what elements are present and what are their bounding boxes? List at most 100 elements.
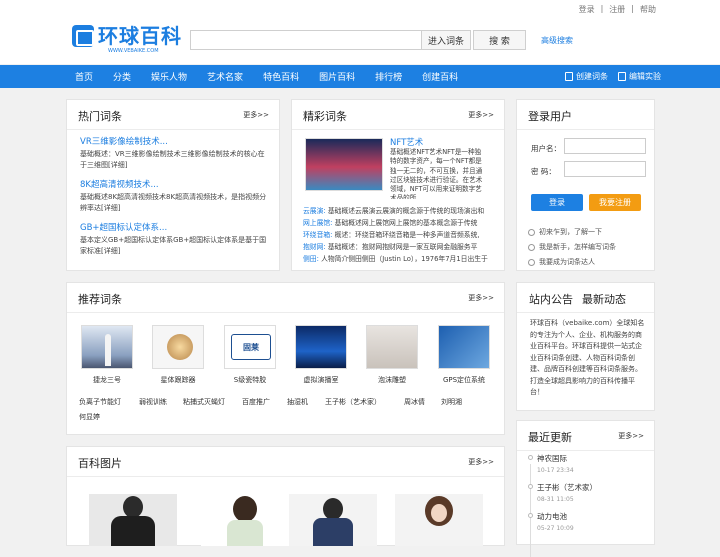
more-link[interactable]: 更多>>	[468, 457, 494, 467]
rocket-image[interactable]	[81, 325, 133, 369]
edit-lab-link[interactable]: 编辑实验	[618, 71, 661, 82]
keyword-link[interactable]: 周冰倩	[404, 397, 425, 407]
gps-system-image[interactable]	[438, 325, 490, 369]
nav-item-pictures[interactable]: 图片百科	[319, 70, 355, 83]
keyword-link[interactable]: 王子彬（艺术家）	[325, 397, 381, 407]
nav-item-create[interactable]: 创建百科	[422, 70, 458, 83]
site-logo[interactable]: 环球百科 WWW.VEBAIKE.COM	[72, 25, 182, 54]
username-field[interactable]	[564, 138, 646, 154]
more-link[interactable]: 更多>>	[468, 293, 494, 303]
notice-text: 环球百科（vebaike.com）全球知名的专注为个人、企业、机构服务的商业百科…	[530, 319, 645, 396]
body-shape	[111, 516, 155, 546]
nav-item-ranking[interactable]: 排行榜	[375, 70, 402, 83]
person-photo[interactable]	[89, 494, 177, 546]
more-link[interactable]: 更多>>	[468, 110, 494, 120]
recent-item[interactable]: 动力电池 05-27 10:09	[537, 511, 574, 532]
nav-item-category[interactable]: 分类	[113, 70, 131, 83]
virtual-studio-image[interactable]	[295, 325, 347, 369]
help-link[interactable]: 初来乍到，了解一下	[528, 227, 602, 237]
recommend-item-label[interactable]: 虚拟演播室	[285, 375, 357, 385]
person-photo[interactable]	[201, 494, 289, 546]
panel-title: 登录用户	[528, 110, 572, 123]
featured-line: 抱财网: 基础概述：抱财网抱财网是一家互联网金融服务平	[303, 243, 493, 252]
search-input[interactable]	[190, 30, 422, 50]
keyword-link[interactable]: 抽湿机	[287, 397, 308, 407]
divider	[67, 312, 504, 313]
star-tracker-image[interactable]	[152, 325, 204, 369]
head-shape	[323, 498, 343, 520]
recommend-item-label[interactable]: 泡沫雕塑	[356, 375, 428, 385]
nav-item-home[interactable]: 首页	[75, 70, 93, 83]
nav-item-artists[interactable]: 艺术名家	[207, 70, 243, 83]
advanced-search-link[interactable]: 高级搜索	[541, 35, 573, 46]
panel-title: 百科图片	[78, 457, 122, 470]
keyword-link[interactable]: 粘捕式灭蝇灯	[183, 397, 225, 407]
featured-line-title[interactable]: 环绕音箱:	[303, 231, 332, 239]
person-photo[interactable]	[395, 494, 483, 546]
featured-line: 网上展馆: 基础概述网上展馆网上展馆的基本概念源于传统	[303, 219, 493, 228]
top-links: 登录 | 注册 | 帮助	[579, 4, 656, 15]
keyword-link[interactable]: 刘明湘	[441, 397, 462, 407]
info-icon	[528, 243, 535, 251]
recommend-item-label[interactable]: 星体跟踪器	[142, 375, 214, 385]
body-shape	[227, 520, 263, 546]
enter-entry-button[interactable]: 进入词条	[421, 30, 471, 50]
recent-item[interactable]: 王子彬（艺术家） 08-31 11:05	[537, 482, 597, 503]
person-photo[interactable]	[289, 494, 377, 546]
username-label: 用户名：	[531, 144, 561, 153]
notice-tabs: 站内公告 最新动态	[529, 291, 626, 307]
hot-entry-title[interactable]: VR三维影像绘制技术...	[80, 135, 168, 147]
panel-title: 推荐词条	[78, 293, 122, 306]
password-label: 密 码：	[531, 167, 556, 176]
featured-line-desc: 人物简介侧田侧田（Justin Lo），1976年7月1日出生于	[321, 255, 488, 263]
timeline-dot	[528, 455, 533, 460]
password-field[interactable]	[564, 161, 646, 177]
help-link[interactable]: 我是新手，怎样编写词条	[528, 242, 616, 252]
divider: |	[600, 4, 604, 13]
tab-news[interactable]: 最新动态	[582, 291, 626, 307]
top-bar: 登录 | 注册 | 帮助	[0, 0, 720, 16]
featured-line-title[interactable]: 网上展馆:	[303, 219, 332, 227]
featured-line-title[interactable]: 抱财网:	[303, 243, 326, 251]
login-link[interactable]: 登录	[579, 4, 595, 15]
recent-item-title: 动力电池	[537, 512, 567, 521]
create-entry-link[interactable]: 创建词条	[565, 71, 608, 82]
nav-item-entertainment[interactable]: 娱乐人物	[151, 70, 187, 83]
info-icon	[528, 228, 535, 236]
hot-entry-title[interactable]: 8K超高清视频技术...	[80, 178, 159, 190]
register-link[interactable]: 注册	[609, 4, 625, 15]
recommend-item-label[interactable]: 捷龙三号	[71, 375, 143, 385]
help-link[interactable]: 我要成为词条达人	[528, 257, 595, 267]
recent-item-title: 王子彬（艺术家）	[537, 483, 597, 492]
recommend-item-label[interactable]: S级瓷特胶	[214, 375, 286, 385]
create-entry-label: 创建词条	[576, 72, 608, 81]
keyword-link[interactable]: 何显婷	[79, 412, 100, 422]
foam-sculpture-image[interactable]	[366, 325, 418, 369]
search-button[interactable]: 搜 索	[473, 30, 526, 50]
featured-line-title[interactable]: 侧田:	[303, 255, 319, 263]
featured-entry-desc: 基础概述NFT艺术NFT是一种独特的数字资产，每一个NFT都是独一无二的，不可互…	[390, 148, 483, 199]
nav-item-featured[interactable]: 特色百科	[263, 70, 299, 83]
keyword-link[interactable]: 弱视训练	[139, 397, 167, 407]
keyword-link[interactable]: 百度推广	[242, 397, 270, 407]
featured-entry-title[interactable]: NFT艺术	[390, 136, 423, 148]
brand-logo-image[interactable]: 固莱	[224, 325, 276, 369]
hot-entry-title[interactable]: GB+超国标认定体系...	[80, 221, 167, 233]
featured-line-title[interactable]: 云展演:	[303, 207, 326, 215]
featured-line-desc: 基础概述云展演云展演的概念源于传统的现场演出和	[327, 207, 485, 215]
keyword-link[interactable]: 负离子节能灯	[79, 397, 121, 407]
nft-art-image[interactable]	[305, 138, 383, 191]
body-shape	[313, 518, 353, 546]
help-link[interactable]: 帮助	[640, 4, 656, 15]
recent-item[interactable]: 神农国际 10-17 23:34	[537, 453, 574, 474]
more-link[interactable]: 更多>>	[243, 110, 269, 120]
hot-entries-panel: 热门词条 更多>> VR三维影像绘制技术... 基础概述：VR三维影像绘制技术三…	[66, 99, 280, 271]
recent-item-title: 神农国际	[537, 454, 567, 463]
tab-notice[interactable]: 站内公告	[529, 291, 573, 307]
more-link[interactable]: 更多>>	[618, 431, 644, 441]
recommend-item-label[interactable]: GPS定位系统	[428, 375, 500, 385]
login-button[interactable]: 登录	[531, 194, 583, 211]
header: 环球百科 WWW.VEBAIKE.COM 进入词条 搜 索 高级搜索	[0, 16, 720, 64]
divider	[517, 129, 654, 130]
register-button[interactable]: 我要注册	[589, 194, 641, 211]
